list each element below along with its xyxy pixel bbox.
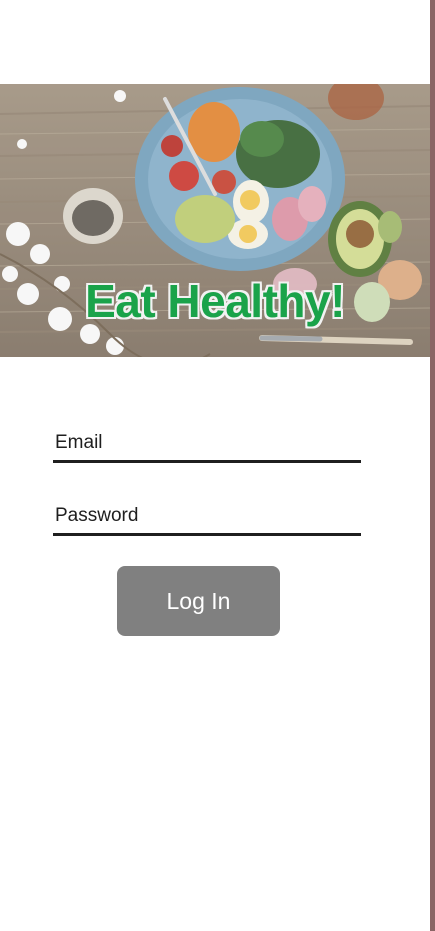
side-border <box>430 0 435 931</box>
hero-title: Eat Healthy! <box>85 275 345 327</box>
login-button[interactable]: Log In <box>117 566 280 636</box>
password-field[interactable] <box>53 502 361 536</box>
email-field[interactable] <box>53 429 361 463</box>
hero-banner: Eat Healthy! <box>0 84 430 357</box>
